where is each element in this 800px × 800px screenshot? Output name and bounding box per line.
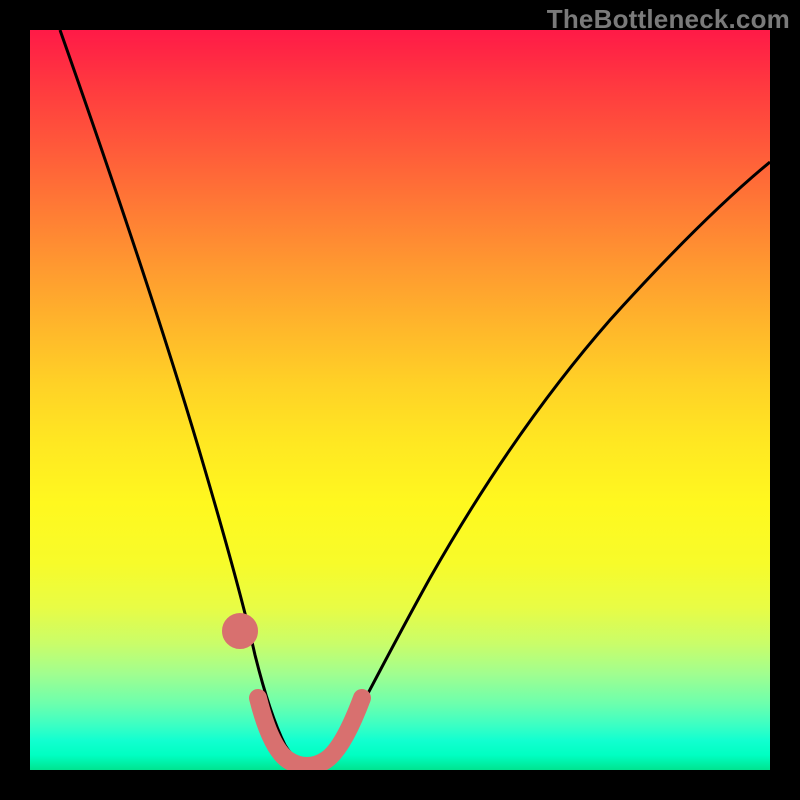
highlight-markers-group <box>231 622 362 766</box>
bottleneck-curve <box>60 30 770 766</box>
marker-path <box>258 698 362 766</box>
curve-layer <box>30 30 770 770</box>
plot-area <box>30 30 770 770</box>
marker-dot <box>231 622 249 640</box>
chart-frame: TheBottleneck.com <box>0 0 800 800</box>
